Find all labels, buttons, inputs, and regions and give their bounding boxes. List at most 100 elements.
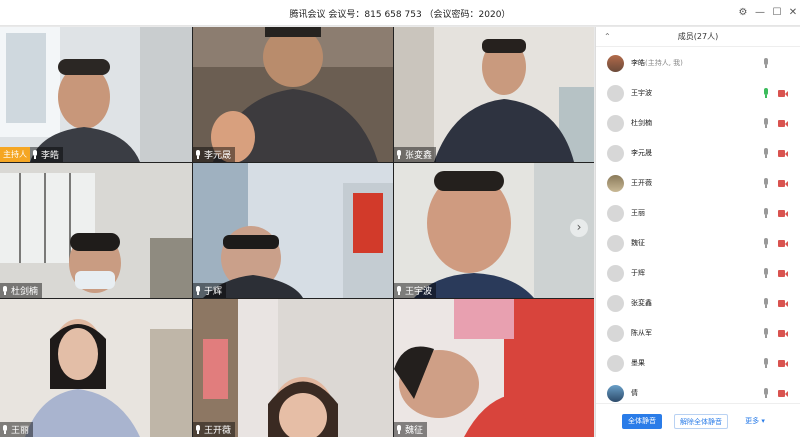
- mic-icon: [32, 150, 38, 159]
- mic-icon[interactable]: [763, 118, 769, 128]
- camera-icon[interactable]: [778, 239, 788, 247]
- mic-icon[interactable]: [763, 88, 769, 98]
- settings-icon[interactable]: ⚙: [735, 4, 751, 20]
- camera-icon[interactable]: [778, 209, 788, 217]
- participant-row[interactable]: 杜剑楠: [596, 108, 800, 138]
- participant-name: 王丽: [631, 209, 645, 217]
- video-tile[interactable]: 主持人 李皓: [0, 27, 192, 162]
- video-feed: [394, 163, 594, 298]
- participant-list[interactable]: 李皓(主持人, 我) 王宇波 杜剑楠 李元晟 王开薇 王丽 魏征 于辉 张変鑫 …: [596, 48, 800, 403]
- mute-all-button[interactable]: 全体静音: [622, 414, 662, 429]
- video-tile[interactable]: 李元晟: [193, 27, 393, 162]
- tile-name-bar: 王丽: [0, 422, 34, 437]
- avatar: [607, 234, 624, 252]
- mic-icon: [195, 286, 201, 295]
- participant-name: 于辉: [204, 287, 223, 297]
- mic-icon[interactable]: [763, 358, 769, 368]
- participant-name: 魏征: [631, 239, 645, 247]
- avatar: [607, 114, 624, 132]
- camera-icon[interactable]: [778, 389, 788, 397]
- camera-icon[interactable]: [778, 299, 788, 307]
- video-feed: [0, 163, 192, 298]
- mic-icon[interactable]: [763, 388, 769, 398]
- close-icon[interactable]: ✕: [785, 4, 800, 20]
- participant-row[interactable]: 墨果: [596, 348, 800, 378]
- video-feed: [193, 27, 393, 162]
- participant-name: 杜剑楠: [11, 287, 39, 297]
- video-feed: [0, 299, 192, 437]
- title-bar: 腾讯会议 会议号：815 658 753 （会议密码：2020） ⚙ — ☐ ✕: [0, 0, 800, 26]
- avatar: [607, 294, 624, 312]
- participant-row[interactable]: 魏征: [596, 228, 800, 258]
- participant-name: 李皓: [41, 151, 60, 161]
- camera-icon[interactable]: [778, 119, 788, 127]
- avatar: [607, 174, 624, 192]
- tile-name-bar: 王开薇: [193, 422, 236, 437]
- participant-row[interactable]: 倩: [596, 378, 800, 403]
- participant-row[interactable]: 李元晟: [596, 138, 800, 168]
- unmute-all-button[interactable]: 解除全体静音: [674, 414, 728, 429]
- participant-name: 杜剑楠: [631, 119, 652, 127]
- camera-icon[interactable]: [778, 89, 788, 97]
- video-tile[interactable]: › 王宇波: [394, 163, 594, 298]
- maximize-icon[interactable]: ☐: [769, 4, 785, 20]
- mic-icon[interactable]: [763, 178, 769, 188]
- mic-icon: [195, 425, 201, 434]
- participant-name: 陈从军: [631, 329, 652, 337]
- avatar: [607, 54, 624, 72]
- next-page-arrow-icon[interactable]: ›: [570, 219, 588, 237]
- participant-role-tag: (主持人, 我): [645, 59, 683, 67]
- participants-panel: ⌃ 成员(27人) 李皓(主持人, 我) 王宇波 杜剑楠 李元晟 王开薇 王丽 …: [595, 27, 800, 437]
- video-feed: [394, 27, 594, 162]
- tile-name-bar: 王宇波: [394, 283, 437, 298]
- participant-name: 王宇波: [405, 287, 433, 297]
- panel-title: 成员(27人): [677, 32, 719, 41]
- participant-name: 张変鑫: [631, 299, 652, 307]
- video-feed: [394, 299, 594, 437]
- participant-row[interactable]: 于辉: [596, 258, 800, 288]
- avatar: [607, 384, 624, 402]
- mic-icon[interactable]: [763, 238, 769, 248]
- minimize-icon[interactable]: —: [752, 4, 768, 20]
- avatar: [607, 264, 624, 282]
- camera-icon[interactable]: [778, 179, 788, 187]
- participant-row[interactable]: 王开薇: [596, 168, 800, 198]
- participant-row[interactable]: 王宇波: [596, 78, 800, 108]
- video-tile[interactable]: 王开薇: [193, 299, 393, 437]
- mic-icon[interactable]: [763, 268, 769, 278]
- mic-icon[interactable]: [763, 298, 769, 308]
- camera-icon[interactable]: [778, 329, 788, 337]
- participant-row[interactable]: 张変鑫: [596, 288, 800, 318]
- video-tile[interactable]: 王丽: [0, 299, 192, 437]
- collapse-icon[interactable]: ⌃: [604, 27, 611, 47]
- tile-name-bar: 于辉: [193, 283, 227, 298]
- mic-icon[interactable]: [763, 208, 769, 218]
- mic-icon[interactable]: [763, 148, 769, 158]
- mic-icon: [2, 286, 8, 295]
- mic-icon: [2, 425, 8, 434]
- participant-row[interactable]: 王丽: [596, 198, 800, 228]
- video-tile[interactable]: 张変鑫: [394, 27, 594, 162]
- participant-row[interactable]: 陈从军: [596, 318, 800, 348]
- more-button[interactable]: 更多 ▾: [738, 414, 772, 429]
- participant-name: 李元晟: [204, 151, 232, 161]
- camera-icon[interactable]: [778, 149, 788, 157]
- participant-name: 王宇波: [631, 89, 652, 97]
- panel-footer: 全体静音 解除全体静音 更多 ▾: [596, 403, 800, 437]
- participant-name: 李皓: [631, 59, 645, 67]
- mic-icon: [396, 286, 402, 295]
- mic-icon[interactable]: [763, 328, 769, 338]
- mic-icon: [396, 425, 402, 434]
- tile-name-bar: 主持人 李皓: [0, 147, 64, 162]
- camera-icon[interactable]: [778, 359, 788, 367]
- camera-icon[interactable]: [778, 269, 788, 277]
- video-tile[interactable]: 魏征: [394, 299, 594, 437]
- participant-name: 墨果: [631, 359, 645, 367]
- video-tile[interactable]: 于辉: [193, 163, 393, 298]
- participant-row[interactable]: 李皓(主持人, 我): [596, 48, 800, 78]
- participant-name: 于辉: [631, 269, 645, 277]
- video-tile[interactable]: 杜剑楠: [0, 163, 192, 298]
- video-feed: [0, 27, 192, 162]
- mic-icon[interactable]: [763, 58, 769, 68]
- participant-row-label: 李皓(主持人, 我): [631, 58, 683, 68]
